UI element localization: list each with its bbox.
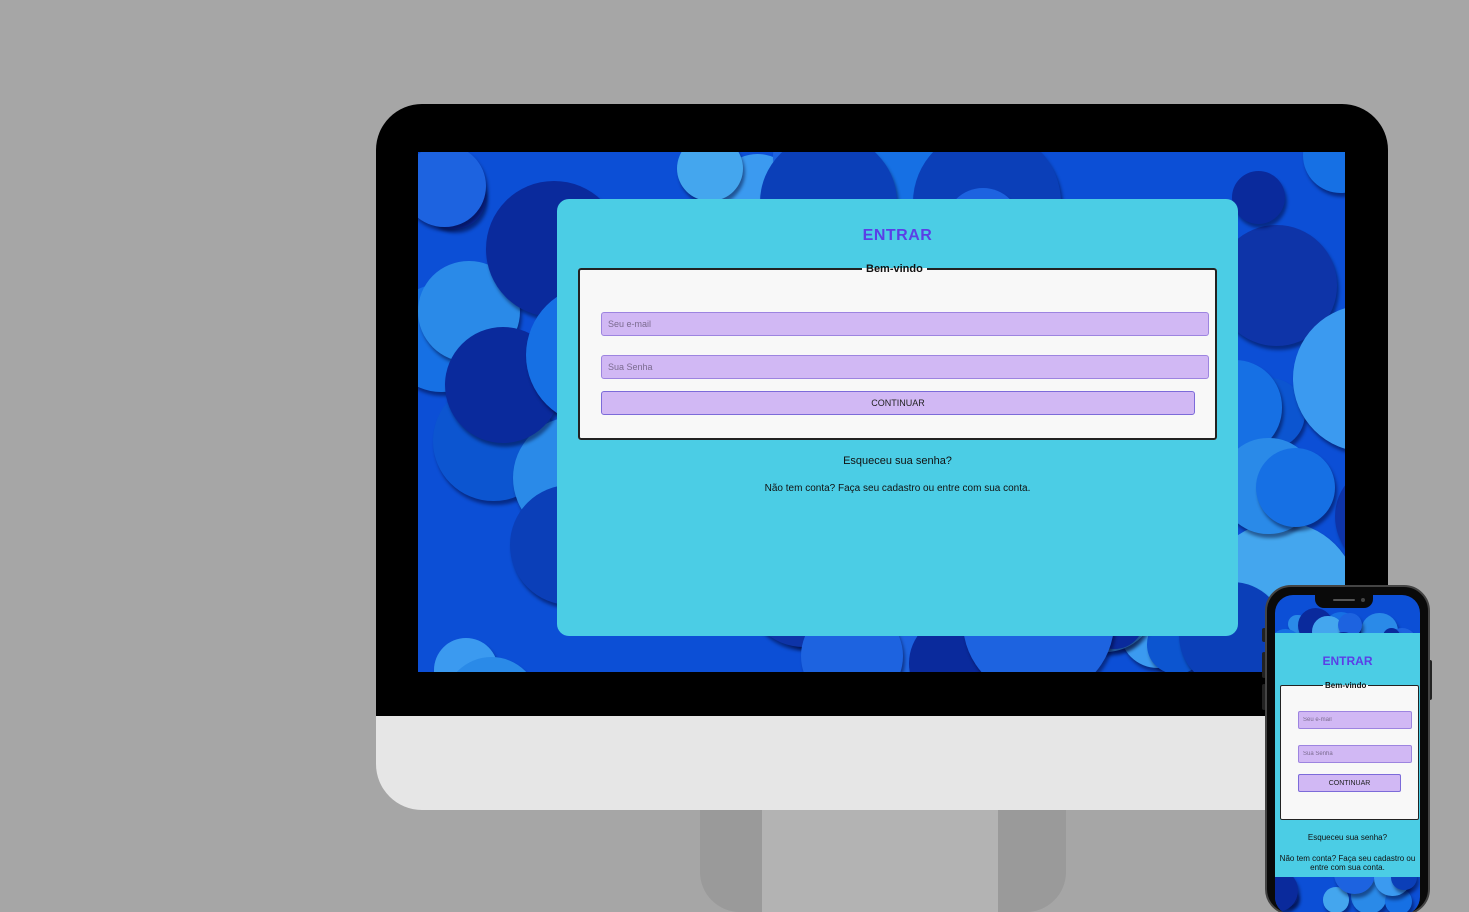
mobile-login-card: ENTRAR Bem-vindo CONTINUAR Esqueceu sua …	[1275, 633, 1420, 877]
bubble	[1255, 447, 1336, 528]
fieldset-legend: Bem-vindo	[866, 263, 923, 275]
mobile-forgot-password-link[interactable]: Esqueceu sua senha?	[1275, 833, 1420, 842]
password-input[interactable]	[601, 355, 1209, 379]
bubble	[1231, 170, 1285, 224]
mobile-login-fieldset: Bem-vindo CONTINUAR	[1280, 681, 1419, 820]
mobile-phone: ENTRAR Bem-vindo CONTINUAR Esqueceu sua …	[1265, 585, 1430, 912]
mobile-signup-text[interactable]: Não tem conta? Faça seu cadastro ou entr…	[1279, 854, 1416, 872]
phone-notch	[1315, 595, 1373, 608]
forgot-password-link[interactable]: Esqueceu sua senha?	[557, 455, 1238, 467]
continue-button[interactable]: CONTINUAR	[601, 391, 1195, 415]
monitor-stand-shadow-left	[700, 810, 766, 912]
login-fieldset: Bem-vindo CONTINUAR	[578, 263, 1217, 440]
desktop-monitor: ENTRAR Bem-vindo CONTINUAR Esqueceu sua …	[376, 104, 1388, 810]
mobile-email-input[interactable]	[1298, 711, 1412, 729]
page-title: ENTRAR	[862, 227, 933, 244]
login-card: ENTRAR Bem-vindo CONTINUAR Esqueceu sua …	[557, 199, 1238, 636]
email-input[interactable]	[601, 312, 1209, 336]
mobile-page-title: ENTRAR	[1322, 654, 1373, 668]
mobile-continue-button[interactable]: CONTINUAR	[1298, 774, 1401, 792]
signup-text[interactable]: Não tem conta? Faça seu cadastro ou entr…	[557, 483, 1238, 494]
mobile-screen: ENTRAR Bem-vindo CONTINUAR Esqueceu sua …	[1275, 595, 1420, 912]
mobile-password-input[interactable]	[1298, 745, 1412, 763]
monitor-stand-shadow-right	[996, 810, 1066, 912]
mobile-fieldset-legend: Bem-vindo	[1325, 681, 1367, 690]
desktop-screen: ENTRAR Bem-vindo CONTINUAR Esqueceu sua …	[418, 152, 1345, 672]
monitor-chin	[376, 716, 1388, 810]
monitor-stand	[762, 810, 998, 912]
bubble	[1302, 152, 1345, 194]
